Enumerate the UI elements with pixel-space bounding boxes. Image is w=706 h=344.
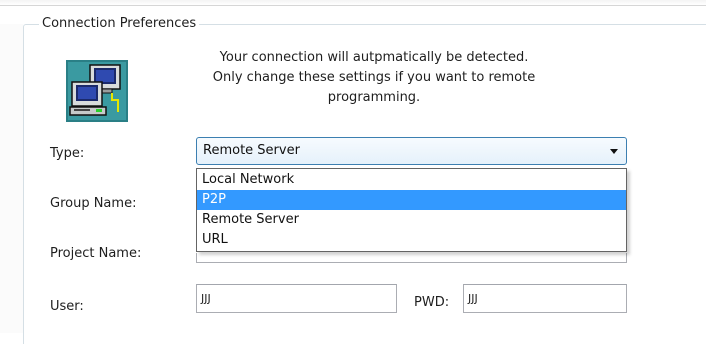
- info-line: Only change these settings if you want t…: [212, 70, 536, 85]
- type-selected-value: Remote Server: [203, 143, 300, 158]
- window-top-border: [0, 0, 706, 6]
- type-dropdown-list[interactable]: Local Network P2P Remote Server URL: [196, 168, 627, 252]
- pwd-input[interactable]: JJJ: [463, 284, 627, 313]
- dropdown-option-remote-server[interactable]: Remote Server: [197, 210, 626, 230]
- dropdown-option-local-network[interactable]: Local Network: [197, 170, 626, 190]
- project-name-input[interactable]: [196, 253, 627, 263]
- user-label: User:: [50, 299, 84, 314]
- type-label: Type:: [50, 146, 85, 161]
- type-dropdown[interactable]: Remote Server: [196, 137, 627, 165]
- left-margin: [0, 24, 23, 333]
- dropdown-option-p2p[interactable]: P2P: [197, 190, 626, 210]
- group-name-label: Group Name:: [50, 196, 137, 211]
- user-input[interactable]: JJJ: [196, 284, 397, 313]
- project-name-label: Project Name:: [50, 246, 142, 261]
- chevron-down-icon[interactable]: [610, 149, 618, 154]
- info-line: programming.: [327, 90, 421, 105]
- pwd-label: PWD:: [414, 295, 450, 310]
- dropdown-option-url[interactable]: URL: [197, 230, 626, 250]
- connection-info-text: Your connection will autpmatically be de…: [168, 48, 580, 108]
- groupbox-title: Connection Preferences: [39, 15, 200, 33]
- info-line: Your connection will autpmatically be de…: [219, 50, 529, 65]
- network-computers-icon: [66, 60, 128, 122]
